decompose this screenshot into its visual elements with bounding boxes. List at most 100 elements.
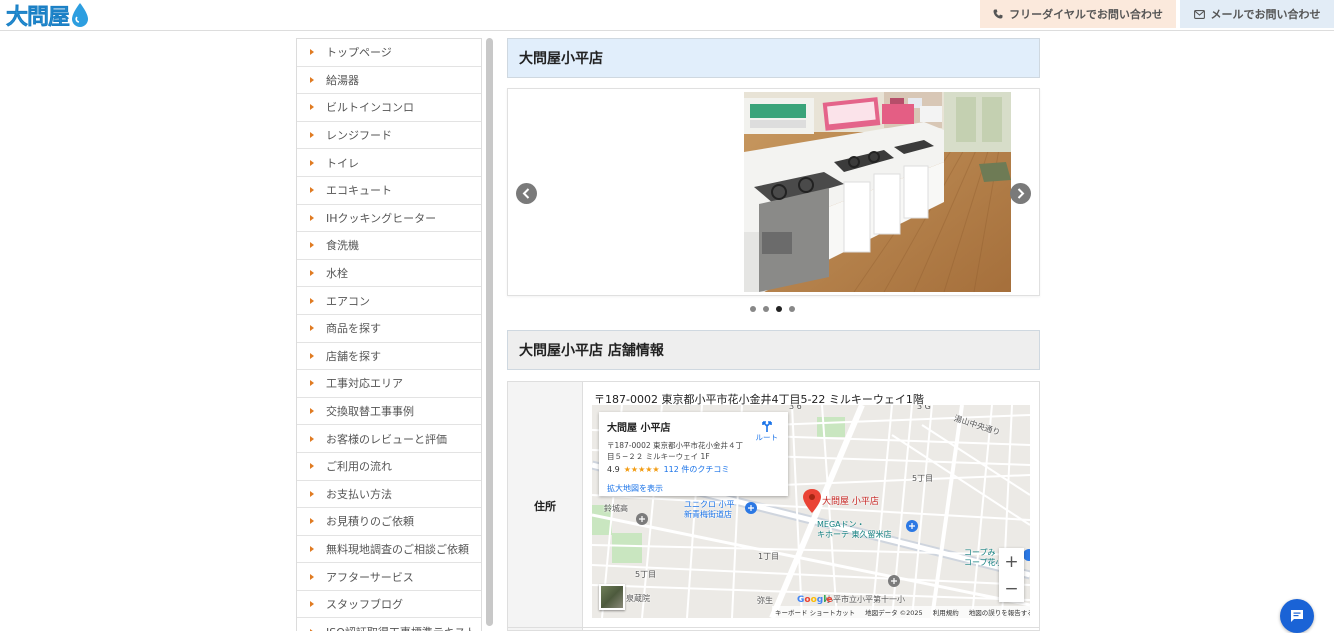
map-card-address: 〒187-0002 東京都小平市花小金井４丁目５−２２ ミルキーウェイ 1F [607,441,743,461]
sidebar-item-label: 無料現地調査のご相談ご依頼 [326,542,469,556]
slider-dot[interactable] [776,306,782,312]
sidebar-item[interactable]: 食洗機 [297,232,481,260]
free-dial-contact-button[interactable]: フリーダイヤルでお問い合わせ [980,0,1176,28]
sidebar-item[interactable]: 商品を探す [297,315,481,343]
sidebar-item[interactable]: お客様のレビューと評価 [297,425,481,453]
store-pin-label[interactable]: 大問屋 小平店 [822,494,879,507]
sidebar-item[interactable]: アフターサービス [297,563,481,591]
mail-contact-label: メールでお問い合わせ [1210,8,1321,21]
route-button[interactable]: ルート [756,420,778,443]
slider-prev-button[interactable] [516,183,537,204]
caret-right-icon [310,159,314,166]
caret-right-icon [310,463,314,470]
google-map[interactable]: 3 6 3 G 鈴城高 5丁目 5丁目 1丁目 泉蔵院 弥生 小平市立小平第十一… [592,405,1030,618]
caret-right-icon [310,49,314,56]
caret-right-icon [310,270,314,277]
sidebar-item[interactable]: レンジフード [297,122,481,150]
map-label-yayoi: 弥生 [757,596,773,605]
terms-link[interactable]: 利用規約 [933,607,959,617]
map-label-1chome: 1丁目 [758,552,780,561]
sidebar-item-label: お見積りのご依頼 [326,515,414,529]
sidebar-item[interactable]: 店舗を探す [297,343,481,371]
sidebar-scrollbar[interactable] [486,38,493,626]
caret-right-icon [310,352,314,359]
store-title: 大問屋小平店 [507,38,1040,78]
free-dial-label: フリーダイヤルでお問い合わせ [1009,8,1163,21]
sidebar-item-label: トップページ [326,46,392,60]
caret-right-icon [310,380,314,387]
map-card-name: 大問屋 小平店 [607,423,671,434]
sidebar-item-label: トイレ [326,156,359,170]
chevron-left-icon [522,188,530,199]
site-logo[interactable]: 大問屋 [6,1,90,30]
sidebar-item[interactable]: お見積りのご依頼 [297,508,481,536]
caret-right-icon [310,104,314,111]
sidebar-item-label: 水栓 [326,267,348,281]
sidebar-item[interactable]: 工事対応エリア [297,370,481,398]
store-info-title: 大問屋小平店 店舗情報 [507,330,1040,370]
chat-icon [1291,610,1303,622]
map-label-uniqlo[interactable]: ユニクロ 小平 新青梅街道店 [684,500,735,520]
sidebar-item-label: 食洗機 [326,239,359,253]
caret-right-icon [310,545,314,552]
map-label-5chome: 5丁目 [912,474,934,483]
water-drop-icon [72,3,89,27]
satellite-toggle[interactable] [599,584,625,610]
sidebar-item-label: お支払い方法 [326,487,392,501]
site-header: 大問屋 フリーダイヤルでお問い合わせ メールでお問い合わせ [0,0,1334,31]
rating-stars: ★★★★★ [623,465,660,474]
caret-right-icon [310,297,314,304]
caret-right-icon [310,76,314,83]
sidebar-item-label: IHクッキングヒーター [326,211,437,225]
slider-next-button[interactable] [1010,183,1031,204]
sidebar-item[interactable]: エコキュート [297,177,481,205]
map-data-credit: 地図データ ©2025 [865,609,923,617]
caret-right-icon [310,187,314,194]
sidebar-item-label: エコキュート [326,184,392,198]
keyboard-shortcuts-link[interactable]: キーボード ショートカット [775,607,855,617]
sidebar-item[interactable]: IHクッキングヒーター [297,205,481,233]
sidebar-item[interactable]: 交換取替工事事例 [297,398,481,426]
directions-icon [761,421,772,432]
slider-dot[interactable] [789,306,795,312]
sidebar-item[interactable]: スタッフブログ [297,591,481,619]
sidebar-menu: トップページ給湯器ビルトインコンロレンジフードトイレエコキュート IHクッキングヒ… [296,38,482,631]
slider-dot[interactable] [763,306,769,312]
larger-map-link[interactable]: 拡大地図を表示 [607,483,780,494]
sidebar-item-label: アフターサービス [326,570,414,584]
sidebar-item[interactable]: ISO認証取得工事標準テキスト [297,618,481,631]
sidebar-item[interactable]: 給湯器 [297,67,481,95]
sidebar-item-label: ビルトインコンロ [326,101,414,115]
phone-icon [993,9,1003,19]
zoom-in-button[interactable]: + [999,548,1024,575]
google-logo: Google [797,595,833,605]
sidebar-item-label: ご利用の流れ [326,460,392,474]
address-label: 住所 [508,382,583,630]
reviews-link[interactable]: 112 件のクチコミ [664,464,730,475]
caret-right-icon [310,325,314,332]
map-label-donki[interactable]: MEGAドン・ キホーテ 東久留米店 [817,520,892,540]
chat-button[interactable] [1280,599,1314,633]
sidebar-item-label: 店舗を探す [326,349,381,363]
zoom-out-button[interactable]: − [999,575,1024,602]
sidebar-item[interactable]: トイレ [297,149,481,177]
slider-dot[interactable] [750,306,756,312]
caret-right-icon [310,214,314,221]
mail-icon [1193,9,1205,19]
sidebar-item-label: ISO認証取得工事標準テキスト [326,624,477,631]
sidebar-item[interactable]: エアコン [297,287,481,315]
mail-contact-button[interactable]: メールでお問い合わせ [1180,0,1334,28]
report-error-link[interactable]: 地図の誤りを報告する [969,607,1030,617]
sidebar-item[interactable]: 水栓 [297,260,481,288]
sidebar-item-label: エアコン [326,294,370,308]
sidebar-item[interactable]: 無料現地調査のご相談ご依頼 [297,536,481,564]
map-label-temple: 泉蔵院 [626,594,650,603]
sidebar-item[interactable]: トップページ [297,39,481,67]
map-footer: キーボード ショートカット 地図データ ©2025 利用規約 地図の誤りを報告す… [772,606,1030,618]
sidebar-item[interactable]: ビルトインコンロ [297,94,481,122]
sidebar-item[interactable]: ご利用の流れ [297,453,481,481]
sidebar-item-label: 交換取替工事事例 [326,405,414,419]
map-label-school: 鈴城高 [604,504,628,513]
sidebar-item[interactable]: お支払い方法 [297,481,481,509]
caret-right-icon [310,242,314,249]
